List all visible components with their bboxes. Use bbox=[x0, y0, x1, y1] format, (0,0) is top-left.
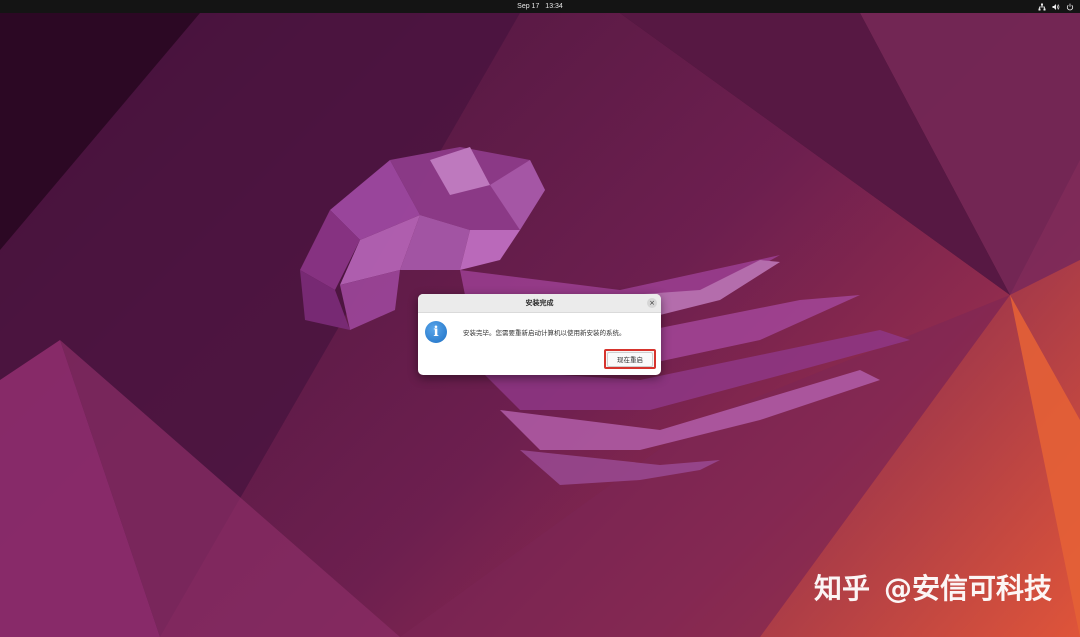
clock-date: Sep 17 bbox=[517, 3, 540, 10]
close-icon[interactable]: × bbox=[647, 298, 657, 308]
network-icon[interactable] bbox=[1038, 3, 1046, 11]
system-tray[interactable] bbox=[1038, 0, 1074, 13]
install-complete-dialog: 安装完成 × i 安装完毕。您需要重新启动计算机以使用新安装的系统。 现在重启 bbox=[418, 294, 661, 375]
info-icon: i bbox=[425, 321, 447, 343]
dialog-message: 安装完毕。您需要重新启动计算机以使用新安装的系统。 bbox=[463, 329, 626, 337]
clock[interactable]: Sep 17 13:34 bbox=[0, 0, 1080, 13]
watermark: 知乎 @安信可科技 bbox=[814, 567, 1052, 607]
clock-time: 13:34 bbox=[545, 3, 563, 10]
watermark-handle: @安信可科技 bbox=[883, 572, 1052, 605]
volume-icon[interactable] bbox=[1052, 3, 1060, 11]
desktop: Sep 17 13:34 安装完成 × i 安装完毕。您需要重新启动计算机以使用… bbox=[0, 0, 1080, 637]
power-icon[interactable] bbox=[1066, 3, 1074, 11]
zhihu-logo: 知乎 bbox=[813, 572, 870, 605]
restart-now-button[interactable]: 现在重启 bbox=[607, 351, 653, 367]
top-bar: Sep 17 13:34 bbox=[0, 0, 1080, 13]
dialog-title: 安装完成 bbox=[525, 299, 554, 307]
restart-now-button-highlight[interactable]: 现在重启 bbox=[604, 349, 656, 369]
dialog-header: 安装完成 × bbox=[418, 294, 661, 313]
